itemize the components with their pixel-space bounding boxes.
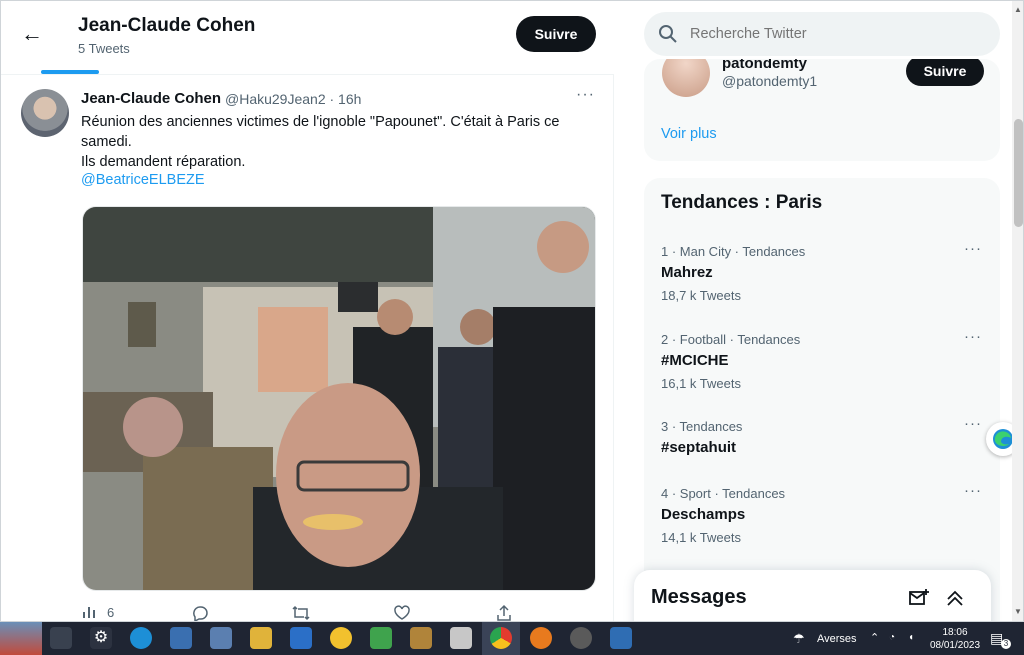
weather-icon[interactable]: ☂ bbox=[793, 631, 805, 647]
tweet-author-name[interactable]: Jean-Claude Cohen bbox=[81, 90, 221, 107]
share-action[interactable] bbox=[495, 604, 513, 621]
new-message-icon[interactable] bbox=[908, 587, 930, 609]
suggestion-handle[interactable]: @patondemty1 bbox=[722, 73, 817, 89]
more-options-icon[interactable]: ··· bbox=[576, 86, 595, 104]
sidebar-right: patondemty @patondemty1 Suivre Voir plus… bbox=[614, 1, 1012, 621]
windows-taskbar: ⚙ ☂ Averses ⌃ ◔ ◖ 18:06 08/01/2023 ▤ 3 bbox=[0, 622, 1024, 655]
chevron-up-icon[interactable] bbox=[944, 587, 966, 609]
share-icon bbox=[497, 604, 511, 621]
app-icon-5[interactable] bbox=[410, 627, 432, 649]
edge-taskbar-icon[interactable] bbox=[130, 627, 152, 649]
trend-count: 18,7 k Tweets bbox=[661, 288, 741, 303]
heart-icon bbox=[394, 605, 410, 620]
analytics-icon bbox=[83, 607, 95, 618]
file-explorer-icon[interactable] bbox=[250, 627, 272, 649]
profile-header: ← Jean-Claude Cohen 5 Tweets Suivre bbox=[1, 1, 614, 75]
trend-meta: 4 · Sport · Tendances bbox=[661, 486, 786, 501]
task-view-icon[interactable] bbox=[50, 627, 72, 649]
trend-more-icon[interactable]: ··· bbox=[964, 482, 982, 499]
tweet-actions: 6 bbox=[81, 604, 521, 621]
scroll-down-icon[interactable]: ▼ bbox=[1014, 607, 1022, 616]
messages-drawer[interactable]: Messages bbox=[634, 570, 991, 621]
active-tab-indicator bbox=[41, 70, 99, 74]
tweet-mention-link[interactable]: @BeatriceELBEZE bbox=[81, 172, 205, 188]
app-icon-1[interactable] bbox=[170, 627, 192, 649]
views-count: 6 bbox=[107, 604, 115, 620]
tweet-count: 5 Tweets bbox=[78, 41, 130, 56]
settings-gear-icon[interactable]: ⚙ bbox=[90, 627, 112, 649]
tweet[interactable]: Jean-Claude Cohen @Haku29Jean2 · 16h ···… bbox=[1, 76, 614, 621]
back-arrow-icon[interactable]: ← bbox=[19, 21, 45, 47]
trend-meta: 2 · Football · Tendances bbox=[661, 332, 801, 347]
trend-meta: 1 · Man City · Tendances bbox=[661, 244, 806, 259]
volume-icon[interactable]: ◖ bbox=[908, 632, 914, 643]
tweet-photo[interactable] bbox=[82, 206, 596, 591]
chrome-icon[interactable] bbox=[490, 627, 512, 649]
page-scrollbar[interactable]: ▲ ▼ bbox=[1012, 1, 1023, 621]
suggestion-follow-button[interactable]: Suivre bbox=[906, 59, 984, 86]
word-icon[interactable] bbox=[290, 627, 312, 649]
retweet-action[interactable] bbox=[291, 604, 311, 621]
avatar[interactable] bbox=[21, 89, 69, 137]
retweet-icon bbox=[292, 605, 310, 621]
app-icon-6[interactable] bbox=[450, 627, 472, 649]
trend-more-icon[interactable]: ··· bbox=[964, 328, 982, 345]
trend-name: #MCICHE bbox=[661, 352, 729, 369]
trend-item[interactable]: 3 · Tendances #septahuit ··· bbox=[644, 415, 1000, 489]
search-input[interactable] bbox=[690, 12, 980, 56]
tweet-text: Réunion des anciennes victimes de l'igno… bbox=[81, 114, 560, 170]
trend-count: 16,1 k Tweets bbox=[661, 376, 741, 391]
trends-card: Tendances : Paris 1 · Man City · Tendanc… bbox=[644, 178, 1000, 621]
clock-date: 08/01/2023 bbox=[929, 640, 981, 651]
search-box[interactable] bbox=[644, 12, 1000, 56]
app-icon-4[interactable] bbox=[370, 627, 392, 649]
app-icon-7[interactable] bbox=[530, 627, 552, 649]
trend-more-icon[interactable]: ··· bbox=[964, 240, 982, 257]
show-more-link[interactable]: Voir plus bbox=[661, 126, 717, 142]
clock-time: 18:06 bbox=[942, 627, 968, 638]
reply-action[interactable] bbox=[191, 604, 209, 621]
trends-title: Tendances : Paris bbox=[661, 192, 823, 213]
tray-clock[interactable]: 18:06 08/01/2023 bbox=[927, 626, 983, 652]
app-icon-2[interactable] bbox=[210, 627, 232, 649]
notification-badge: 3 bbox=[1001, 639, 1011, 649]
views-action[interactable]: 6 bbox=[81, 604, 114, 620]
messages-title: Messages bbox=[651, 586, 747, 608]
follow-button[interactable]: Suivre bbox=[516, 16, 596, 52]
app-icon-3[interactable] bbox=[330, 627, 352, 649]
trend-item[interactable]: 4 · Sport · Tendances Deschamps 14,1 k T… bbox=[644, 482, 1000, 556]
trend-item[interactable]: 2 · Football · Tendances #MCICHE 16,1 k … bbox=[644, 328, 1000, 402]
scroll-up-icon[interactable]: ▲ bbox=[1014, 5, 1022, 14]
browser-viewport: ← Jean-Claude Cohen 5 Tweets Suivre Jean… bbox=[0, 0, 1024, 622]
trend-meta: 3 · Tendances bbox=[661, 419, 743, 434]
weather-text[interactable]: Averses bbox=[817, 633, 857, 645]
trend-count: 14,1 k Tweets bbox=[661, 530, 741, 545]
suggestion-name[interactable]: patondemty bbox=[722, 59, 807, 72]
trend-item[interactable]: 1 · Man City · Tendances Mahrez 18,7 k T… bbox=[644, 240, 1000, 314]
tweet-author-meta[interactable]: @Haku29Jean2 · 16h bbox=[225, 91, 361, 107]
start-button-icon[interactable] bbox=[0, 622, 42, 655]
trend-name: #septahuit bbox=[661, 439, 737, 456]
profile-column: ← Jean-Claude Cohen 5 Tweets Suivre Jean… bbox=[1, 1, 614, 621]
suggestion-avatar[interactable] bbox=[662, 59, 710, 97]
scrollbar-thumb[interactable] bbox=[1014, 119, 1023, 227]
tweet-photo-image bbox=[83, 207, 595, 590]
tray-chevron-icon[interactable]: ⌃ bbox=[870, 631, 879, 644]
network-icon[interactable]: ◔ bbox=[889, 632, 895, 643]
trend-name: Mahrez bbox=[661, 264, 713, 281]
photos-icon[interactable] bbox=[610, 627, 632, 649]
who-to-follow-card: patondemty @patondemty1 Suivre Voir plus bbox=[644, 59, 1000, 161]
like-action[interactable] bbox=[393, 604, 411, 621]
trend-name: Deschamps bbox=[661, 506, 746, 523]
search-icon bbox=[659, 25, 677, 43]
reply-icon bbox=[193, 606, 208, 621]
page-title: Jean-Claude Cohen bbox=[78, 15, 256, 36]
trend-more-icon[interactable]: ··· bbox=[964, 415, 982, 432]
app-icon-8[interactable] bbox=[570, 627, 592, 649]
